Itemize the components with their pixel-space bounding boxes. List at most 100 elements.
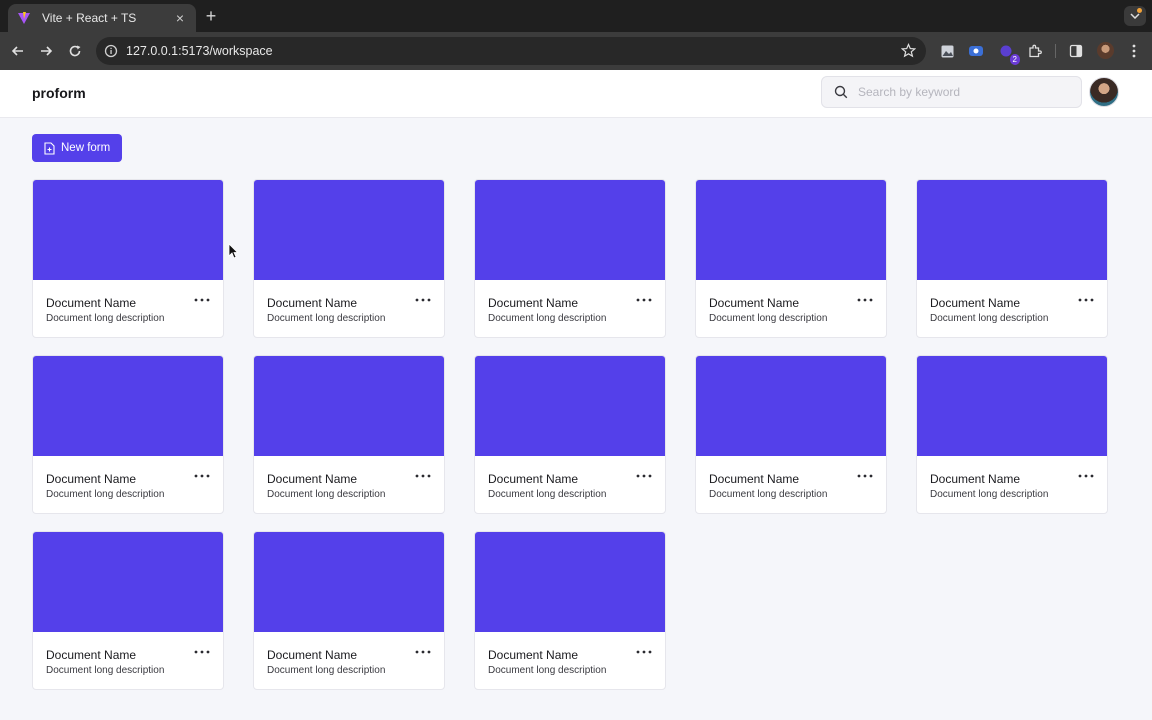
document-name: Document Name: [709, 472, 800, 486]
more-options-icon[interactable]: [414, 646, 432, 658]
document-name: Document Name: [46, 648, 137, 662]
document-card[interactable]: Document Name Document long description: [32, 531, 224, 690]
more-options-icon[interactable]: [414, 294, 432, 306]
browser-toolbar: 127.0.0.1:5173/workspace 2: [0, 32, 1152, 70]
document-description: Document long description: [488, 665, 607, 676]
document-card[interactable]: Document Name Document long description: [916, 355, 1108, 514]
more-options-icon[interactable]: [856, 470, 874, 482]
extension-badge-count: 2: [1009, 54, 1020, 65]
document-name: Document Name: [488, 296, 579, 310]
more-options-icon[interactable]: [193, 294, 211, 306]
document-description: Document long description: [709, 489, 828, 500]
forward-button[interactable]: [36, 41, 56, 61]
toolbar-separator: [1055, 44, 1056, 58]
document-description: Document long description: [709, 313, 828, 324]
document-card[interactable]: Document Name Document long description: [695, 355, 887, 514]
document-thumbnail[interactable]: [33, 356, 223, 456]
address-bar[interactable]: 127.0.0.1:5173/workspace: [96, 37, 926, 65]
site-info-icon[interactable]: [104, 44, 118, 58]
brand-logo[interactable]: proform: [32, 85, 86, 101]
document-thumbnail[interactable]: [254, 532, 444, 632]
document-thumbnail[interactable]: [254, 356, 444, 456]
side-panel-icon[interactable]: [1066, 41, 1086, 61]
browser-tab[interactable]: Vite + React + TS ×: [8, 4, 196, 32]
bookmark-star-icon[interactable]: [900, 43, 917, 63]
document-thumbnail[interactable]: [33, 532, 223, 632]
document-card[interactable]: Document Name Document long description: [32, 355, 224, 514]
arrow-right-icon: [41, 46, 53, 56]
document-card[interactable]: Document Name Document long description: [474, 179, 666, 338]
reload-icon: [69, 45, 81, 57]
document-description: Document long description: [267, 665, 386, 676]
document-description: Document long description: [46, 313, 165, 324]
tab-search-button[interactable]: [1124, 6, 1146, 26]
search-box[interactable]: [821, 76, 1082, 108]
document-description: Document long description: [930, 313, 1049, 324]
vite-logo-icon: [16, 10, 32, 26]
more-options-icon[interactable]: [1077, 294, 1095, 306]
document-thumbnail[interactable]: [696, 356, 886, 456]
tab-close-icon[interactable]: ×: [172, 10, 188, 26]
document-name: Document Name: [930, 472, 1021, 486]
document-card[interactable]: Document Name Document long description: [253, 531, 445, 690]
file-plus-icon: [44, 141, 55, 155]
new-form-label: New form: [61, 142, 111, 154]
user-avatar[interactable]: [1089, 77, 1119, 107]
url-text[interactable]: 127.0.0.1:5173/workspace: [126, 44, 273, 58]
document-card[interactable]: Document Name Document long description: [32, 179, 224, 338]
document-card[interactable]: Document Name Document long description: [474, 355, 666, 514]
search-input[interactable]: [858, 85, 1058, 99]
document-grid: Document Name Document long description …: [32, 179, 1108, 690]
extensions-puzzle-icon[interactable]: [1024, 41, 1044, 61]
document-thumbnail[interactable]: [696, 180, 886, 280]
app-header: proform: [0, 70, 1152, 118]
more-options-icon[interactable]: [635, 294, 653, 306]
document-description: Document long description: [46, 489, 165, 500]
more-options-icon[interactable]: [635, 646, 653, 658]
more-options-icon[interactable]: [193, 470, 211, 482]
document-name: Document Name: [267, 648, 358, 662]
document-thumbnail[interactable]: [475, 532, 665, 632]
document-name: Document Name: [46, 296, 137, 310]
more-options-icon[interactable]: [1077, 470, 1095, 482]
document-thumbnail[interactable]: [475, 180, 665, 280]
browser-profile-avatar[interactable]: [1097, 42, 1114, 59]
document-name: Document Name: [488, 648, 579, 662]
new-tab-button[interactable]: +: [203, 7, 219, 25]
document-card[interactable]: Document Name Document long description: [253, 179, 445, 338]
document-card[interactable]: Document Name Document long description: [916, 179, 1108, 338]
new-form-button[interactable]: New form: [32, 134, 122, 162]
back-button[interactable]: [8, 41, 28, 61]
more-options-icon[interactable]: [635, 470, 653, 482]
document-thumbnail[interactable]: [917, 356, 1107, 456]
chevron-down-icon: [1130, 13, 1140, 19]
document-thumbnail[interactable]: [254, 180, 444, 280]
document-card[interactable]: Document Name Document long description: [695, 179, 887, 338]
document-name: Document Name: [709, 296, 800, 310]
document-description: Document long description: [267, 489, 386, 500]
search-icon: [834, 85, 848, 99]
reload-button[interactable]: [65, 41, 85, 61]
document-thumbnail[interactable]: [475, 356, 665, 456]
mouse-cursor-icon: [228, 243, 238, 259]
document-card[interactable]: Document Name Document long description: [253, 355, 445, 514]
document-name: Document Name: [267, 296, 358, 310]
document-thumbnail[interactable]: [33, 180, 223, 280]
arrow-left-icon: [11, 46, 23, 56]
document-description: Document long description: [930, 489, 1049, 500]
more-options-icon[interactable]: [856, 294, 874, 306]
extension-badge-icon[interactable]: 2: [996, 41, 1020, 65]
tab-title: Vite + React + TS: [42, 11, 137, 25]
document-description: Document long description: [46, 665, 165, 676]
browser-menu-icon[interactable]: [1124, 41, 1144, 61]
extension-record-icon[interactable]: [966, 41, 986, 61]
more-options-icon[interactable]: [414, 470, 432, 482]
document-thumbnail[interactable]: [917, 180, 1107, 280]
document-name: Document Name: [488, 472, 579, 486]
more-options-icon[interactable]: [193, 646, 211, 658]
notification-dot: [1137, 8, 1142, 13]
document-name: Document Name: [46, 472, 137, 486]
document-card[interactable]: Document Name Document long description: [474, 531, 666, 690]
extension-image-icon[interactable]: [937, 41, 957, 61]
document-description: Document long description: [267, 313, 386, 324]
